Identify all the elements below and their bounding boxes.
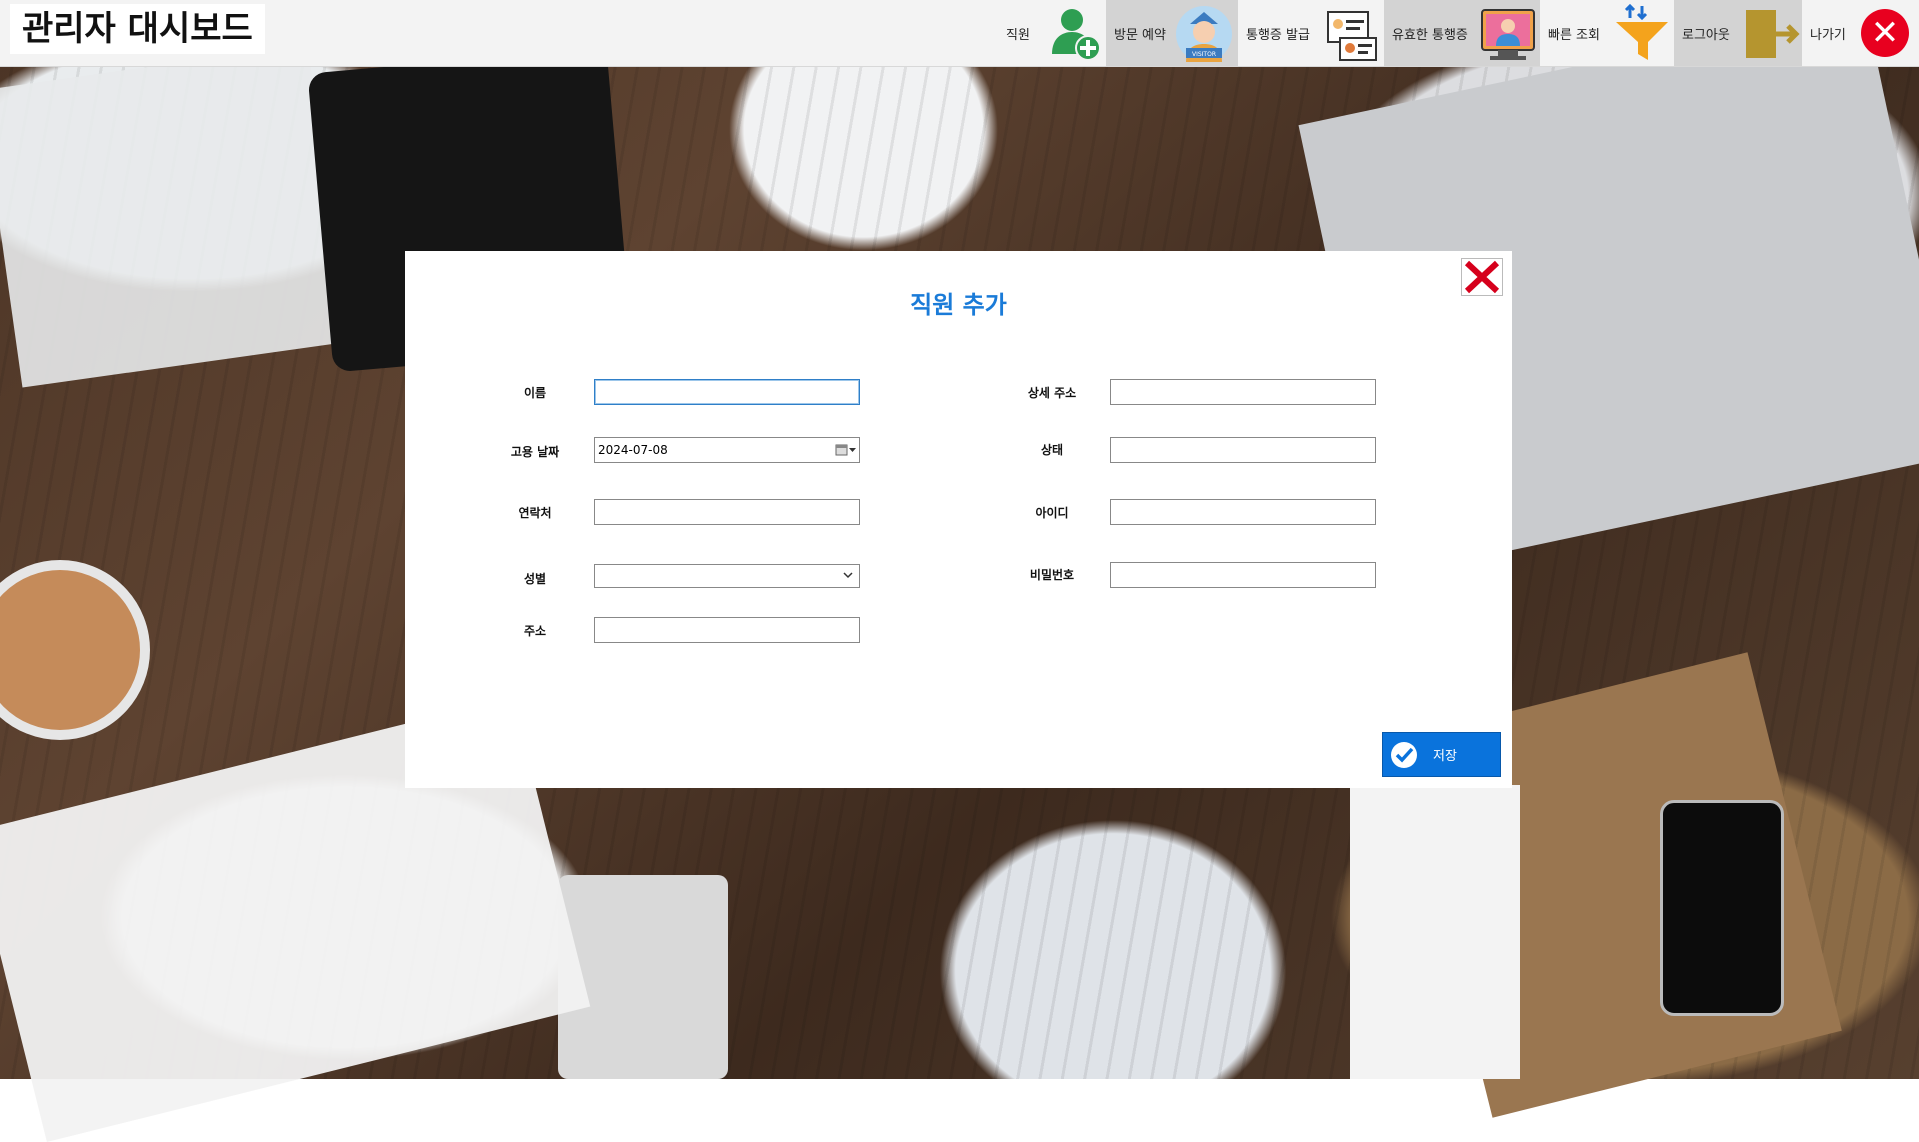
save-button[interactable]: 저장 <box>1382 732 1501 777</box>
background-newspaper <box>0 44 350 388</box>
nav-exit-label: 나가기 <box>1810 27 1846 43</box>
gender-label: 성별 <box>523 572 547 586</box>
user-id-input[interactable] <box>1110 499 1376 525</box>
save-button-label: 저장 <box>1433 749 1457 764</box>
visitor-icon: VISITOR <box>1176 6 1232 62</box>
name-label: 이름 <box>523 386 547 400</box>
hire-date-picker[interactable]: 2024-07-08 <box>594 437 860 463</box>
nav-issue-pass-label: 통행증 발급 <box>1246 27 1310 43</box>
status-label: 상태 <box>1040 443 1064 457</box>
calendar-dropdown-icon[interactable] <box>835 441 857 459</box>
visitor-icon-text: VISITOR <box>1192 51 1216 58</box>
nav-logout-label: 로그아웃 <box>1682 27 1730 43</box>
nav-visit-reservation-label: 방문 예약 <box>1114 27 1166 43</box>
password-input[interactable] <box>1110 562 1376 588</box>
password-label: 비밀번호 <box>1029 568 1075 582</box>
nav-visit-reservation-button[interactable]: 방문 예약 VISITOR <box>1106 0 1238 66</box>
valid-pass-icon <box>1481 9 1535 60</box>
detail-address-label: 상세 주소 <box>1027 386 1077 400</box>
close-icon[interactable] <box>1461 258 1503 296</box>
background-phone <box>1660 800 1784 1016</box>
exit-icon[interactable]: ✕ <box>1861 9 1909 57</box>
user-id-label: 아이디 <box>1035 506 1069 520</box>
gender-select[interactable] <box>594 564 860 588</box>
nav-logout-button[interactable]: 로그아웃 <box>1674 0 1802 66</box>
add-user-icon <box>1052 9 1101 61</box>
nav-valid-pass-button[interactable]: 유효한 통행증 <box>1384 0 1540 66</box>
hire-date-value: 2024-07-08 <box>598 443 668 457</box>
nav-valid-pass-label: 유효한 통행증 <box>1392 27 1468 43</box>
app-title: 관리자 대시보드 <box>10 4 265 54</box>
name-input[interactable] <box>594 379 860 405</box>
hire-date-label: 고용 날짜 <box>510 445 560 459</box>
pass-card-icon <box>1327 11 1377 61</box>
contact-label: 연락처 <box>518 506 552 520</box>
nav-employee-label: 직원 <box>1006 27 1030 43</box>
top-navigation-bar: 관리자 대시보드 직원 방문 예약 VISITOR 통행증 발급 유효한 통행증… <box>0 0 1919 67</box>
logout-icon <box>1746 10 1800 58</box>
chevron-down-icon <box>843 572 853 579</box>
check-icon <box>1391 741 1417 768</box>
nav-quick-search-label: 빠른 조회 <box>1548 27 1600 43</box>
contact-input[interactable] <box>594 499 860 525</box>
detail-address-input[interactable] <box>1110 379 1376 405</box>
status-input[interactable] <box>1110 437 1376 463</box>
dialog-title: 직원 추가 <box>910 291 1007 319</box>
nav-issue-pass-button[interactable]: 통행증 발급 <box>1238 0 1384 66</box>
background-calendar <box>1350 785 1520 1079</box>
add-employee-dialog: 직원 추가 이름 고용 날짜 2024-07-08 연락처 성별 주소 상세 주… <box>405 251 1512 788</box>
background-calculator <box>558 875 728 1079</box>
address-label: 주소 <box>523 624 547 638</box>
address-input[interactable] <box>594 617 860 643</box>
nav-employee-button[interactable]: 직원 <box>998 0 1106 66</box>
filter-icon <box>1616 4 1668 60</box>
nav-quick-search-button[interactable]: 빠른 조회 <box>1540 0 1674 66</box>
